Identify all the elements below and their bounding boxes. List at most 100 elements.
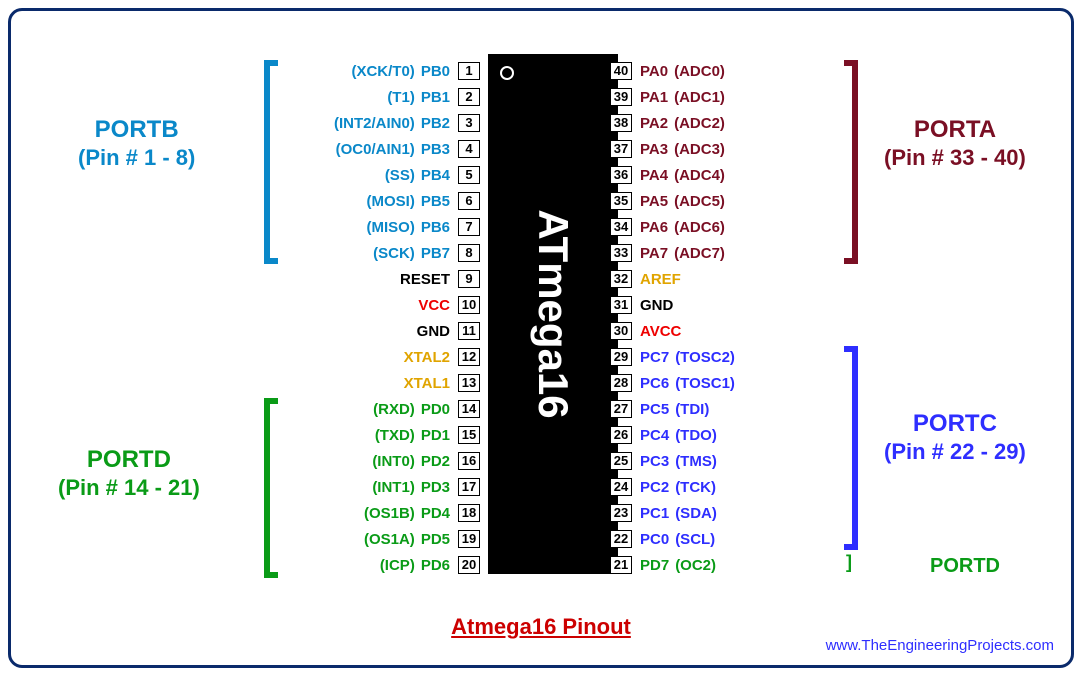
pin-func: (ICP)	[380, 557, 415, 574]
pin-number: 7	[458, 218, 480, 236]
pin-port: PD5	[421, 531, 450, 548]
pin-port: PA0	[640, 63, 668, 80]
pin-func: (ADC2)	[674, 115, 725, 132]
pin-port: PC4	[640, 427, 669, 444]
pin-number: 26	[610, 426, 632, 444]
pin-number: 14	[458, 400, 480, 418]
portd-bracket	[264, 398, 278, 578]
porta-title: PORTA	[884, 116, 1026, 144]
right-pin-37: 37PA3(ADC3)	[610, 138, 870, 160]
pin-func: (MOSI)	[366, 193, 414, 210]
pin-func: (SDA)	[675, 505, 717, 522]
left-pin-13: XTAL113	[260, 372, 480, 394]
portc-label: PORTC (Pin # 22 - 29)	[884, 410, 1026, 466]
right-pin-40: 40PA0(ADC0)	[610, 60, 870, 82]
pin-port: PD3	[421, 479, 450, 496]
pin-number: 34	[610, 218, 632, 236]
chip-body: ATmega16	[488, 54, 618, 574]
pin-number: 5	[458, 166, 480, 184]
left-pin-18: (OS1B)PD418	[260, 502, 480, 524]
left-pin-2: (T1) PB1 2	[260, 86, 480, 108]
pin-number: 33	[610, 244, 632, 262]
pin-func: (TOSC2)	[675, 349, 735, 366]
pin-number: 18	[458, 504, 480, 522]
pin-func: (TCK)	[675, 479, 716, 496]
pin-number: 37	[610, 140, 632, 158]
pin-port: PD6	[421, 557, 450, 574]
pin-func: (OC0/AIN1)	[336, 141, 415, 158]
pin-port: PC0	[640, 531, 669, 548]
pin-func: (SCK)	[373, 245, 415, 262]
pin-func: (ADC1)	[674, 89, 725, 106]
pin-number: 36	[610, 166, 632, 184]
pin-port: PA2	[640, 115, 668, 132]
pin-port: PB1	[421, 89, 450, 106]
pin-number: 17	[458, 478, 480, 496]
pin-func: (ADC7)	[674, 245, 725, 262]
pin-number: 31	[610, 296, 632, 314]
right-pin-21: 21PD7(OC2)	[610, 554, 870, 576]
portb-bracket	[264, 60, 278, 264]
pin-port: PA1	[640, 89, 668, 106]
left-pin-1: (XCK/T0)PB01	[260, 60, 480, 82]
pin-func: (TXD)	[375, 427, 415, 444]
pin-number: 4	[458, 140, 480, 158]
pin-number: 12	[458, 348, 480, 366]
pin-port: PB0	[421, 63, 450, 80]
pin-port: PA7	[640, 245, 668, 262]
pin-func: (OS1A)	[364, 531, 415, 548]
pin-func: (SS)	[385, 167, 415, 184]
pin-func: (T1)	[387, 89, 415, 106]
pin-number: 2	[458, 88, 480, 106]
right-pin-26: 26PC4(TDO)	[610, 424, 870, 446]
left-pin-6: (MOSI)PB56	[260, 190, 480, 212]
left-pin-15: (TXD)PD115	[260, 424, 480, 446]
pin-func: (TOSC1)	[675, 375, 735, 392]
pin-func: (INT1)	[372, 479, 415, 496]
portc-sub: (Pin # 22 - 29)	[884, 438, 1026, 466]
pin-number: 10	[458, 296, 480, 314]
pin-func: (TMS)	[675, 453, 717, 470]
pin-number: 1	[458, 62, 480, 80]
right-pin-39: 39PA1(ADC1)	[610, 86, 870, 108]
right-pin-27: 27PC5(TDI)	[610, 398, 870, 420]
right-pin-25: 25PC3(TMS)	[610, 450, 870, 472]
right-pin-30: 30AVCC	[610, 320, 870, 342]
pin-number: 30	[610, 322, 632, 340]
right-pin-31: 31GND	[610, 294, 870, 316]
left-pin-12: XTAL2 12	[260, 346, 480, 368]
pin-number: 8	[458, 244, 480, 262]
pin-port: XTAL2	[404, 349, 450, 366]
portd-right-title: PORTD	[930, 552, 1000, 580]
pin-func: (ADC3)	[674, 141, 725, 158]
pin-port: PC7	[640, 349, 669, 366]
pin-number: 16	[458, 452, 480, 470]
pin-number: 29	[610, 348, 632, 366]
pin-port: VCC	[418, 297, 450, 314]
pin-port: PA6	[640, 219, 668, 236]
left-pin-9: RESET9	[260, 268, 480, 290]
pin-func: (ADC4)	[674, 167, 725, 184]
pin-number: 15	[458, 426, 480, 444]
credit-link[interactable]: www.TheEngineeringProjects.com	[826, 637, 1054, 654]
pin-port: AREF	[640, 271, 681, 288]
pin-port: PC6	[640, 375, 669, 392]
portd-right-label: PORTD	[930, 552, 1000, 580]
left-pin-5: (SS)PB45	[260, 164, 480, 186]
right-pin-34: 34PA6(ADC6)	[610, 216, 870, 238]
pin-number: 32	[610, 270, 632, 288]
pin-number: 6	[458, 192, 480, 210]
left-pin-20: (ICP)PD620	[260, 554, 480, 576]
diagram-caption: Atmega16 Pinout	[451, 614, 631, 640]
pin-func: (TDI)	[675, 401, 709, 418]
pin-port: PC3	[640, 453, 669, 470]
pin-port: PB7	[421, 245, 450, 262]
pin-number: 3	[458, 114, 480, 132]
left-pin-14: (RXD)PD014	[260, 398, 480, 420]
left-pin-8: (SCK) PB7 8	[260, 242, 480, 264]
left-pin-3: (INT2/AIN0)PB23	[260, 112, 480, 134]
portc-title: PORTC	[884, 410, 1026, 438]
pin-port: PA4	[640, 167, 668, 184]
pin-port: PB6	[421, 219, 450, 236]
portd-title: PORTD	[58, 446, 200, 474]
